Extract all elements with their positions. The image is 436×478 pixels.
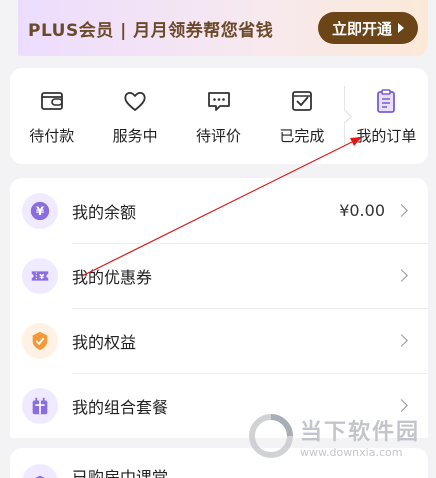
plus-membership-banner[interactable]: PLUS会员 | 月月领券帮您省钱 立即开通: [10, 0, 428, 56]
order-label: 待评价: [196, 126, 242, 145]
balance-value: ¥0.00: [339, 201, 385, 220]
watermark-logo-icon: [249, 414, 293, 458]
list-item-label: 我的余额: [72, 202, 137, 222]
watermark-title: 当下软件园: [300, 419, 421, 445]
play-arrow-icon: [398, 23, 404, 33]
plus-open-button-label: 立即开通: [331, 19, 392, 38]
wallet-icon: [40, 91, 63, 110]
order-status-card: 待付款 服务中 待评价 已完成 我的订单: [10, 68, 428, 164]
site-watermark: 当下软件园 www.downxia.com: [248, 406, 436, 466]
checked-box-icon: [292, 90, 312, 111]
order-label: 服务中: [112, 126, 158, 145]
gift-icon: [22, 387, 58, 424]
chevron-right-icon: [395, 204, 408, 217]
account-list: ¥ 我的余额 ¥0.00 ¥ 我的优惠券 我的权益 我的组合套餐: [10, 178, 428, 438]
list-item-coupons[interactable]: ¥ 我的优惠券: [10, 243, 428, 308]
order-in-service[interactable]: 服务中: [93, 68, 176, 164]
plus-banner-text: PLUS会员 | 月月领券帮您省钱: [28, 20, 274, 41]
chevron-right-icon: [395, 334, 408, 347]
graduation-cap-icon: [22, 464, 58, 478]
order-to-review[interactable]: 待评价: [177, 68, 260, 164]
order-label: 已完成: [279, 126, 325, 145]
comment-icon: [207, 91, 230, 111]
my-orders[interactable]: 我的订单: [345, 68, 428, 164]
list-item-balance[interactable]: ¥ 我的余额 ¥0.00: [10, 178, 428, 243]
clipboard-icon: [377, 88, 396, 113]
heart-icon: [124, 91, 146, 111]
svg-text:¥: ¥: [39, 272, 45, 281]
order-divider: [343, 86, 345, 146]
order-completed[interactable]: 已完成: [260, 68, 343, 164]
watermark-url: www.downxia.com: [300, 445, 403, 459]
list-item-label: 我的权益: [72, 332, 137, 352]
order-label: 待付款: [29, 126, 75, 145]
svg-text:¥: ¥: [36, 204, 45, 218]
order-pending-payment[interactable]: 待付款: [10, 68, 93, 164]
list-item-label: 我的优惠券: [72, 267, 153, 287]
plus-open-button[interactable]: 立即开通: [317, 12, 418, 44]
badge-icon: [22, 322, 58, 359]
chevron-right-icon: [395, 269, 408, 282]
order-label: 我的订单: [356, 126, 417, 145]
coupon-icon: ¥: [22, 257, 58, 294]
list-item-benefits[interactable]: 我的权益: [10, 308, 428, 373]
list-item-label: 已购房中课堂: [72, 468, 169, 478]
yen-icon: ¥: [22, 192, 58, 229]
